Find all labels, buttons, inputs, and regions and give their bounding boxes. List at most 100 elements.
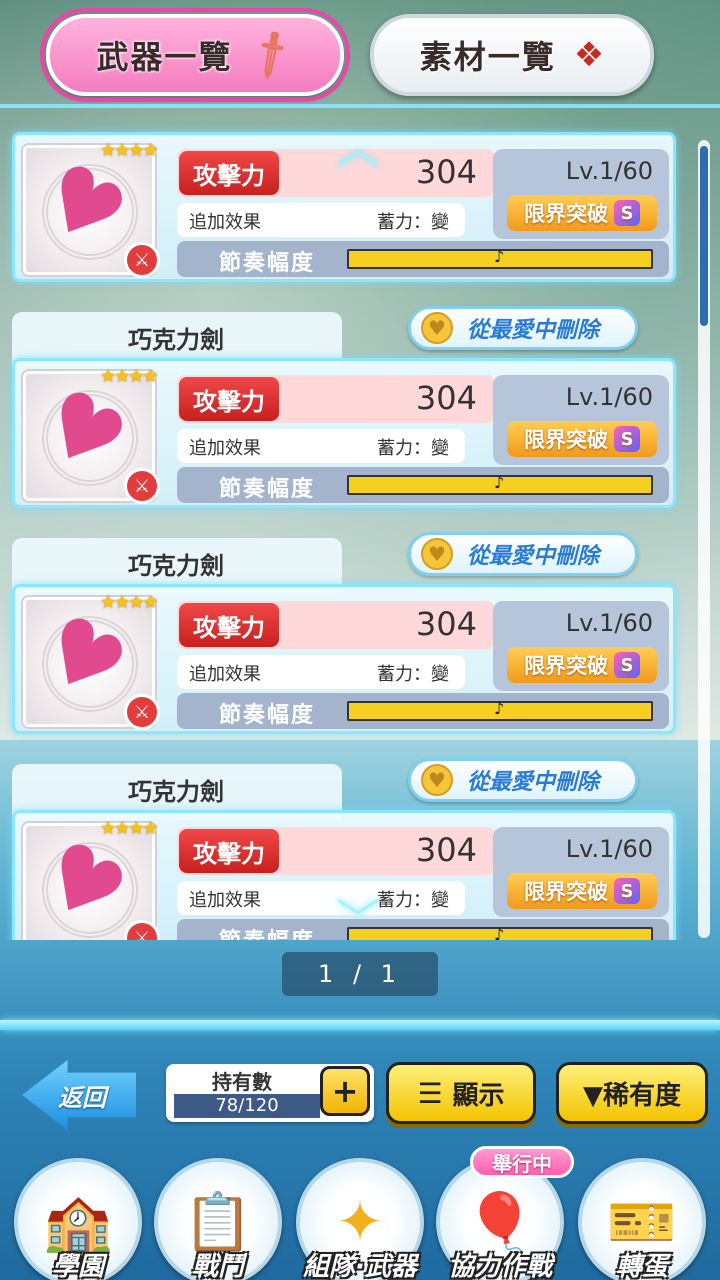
rhythm-bar: ♪ <box>347 247 653 269</box>
treasure-chest-icon: ❖ <box>573 35 605 75</box>
level-box: Lv.1/60 限界突破 S <box>493 601 669 691</box>
limit-break-button[interactable]: 限界突破 S <box>507 873 657 909</box>
rarity-stars: ★★★★ <box>100 140 159 161</box>
rank-badge: S <box>614 426 640 452</box>
nav-academy-label: 學園 <box>51 1252 104 1280</box>
remove-favorite-button[interactable]: ♥ 從最愛中刪除 <box>408 758 638 802</box>
effect-label: 追加效果 <box>189 212 261 233</box>
attack-label: 攻擊力 <box>179 829 279 873</box>
tab-materials[interactable]: 素材一覽 ❖ <box>370 14 654 96</box>
page-indicator: 1 / 1 <box>282 952 438 996</box>
owned-label: 持有數 <box>212 1070 272 1094</box>
scrollbar[interactable] <box>698 140 710 938</box>
attack-label: 攻擊力 <box>179 603 279 647</box>
rank-badge: S <box>614 878 640 904</box>
heart-lock-icon: ♥ <box>421 312 453 344</box>
weapon-thumbnail[interactable]: ♥ ★★★★ ⚔ <box>23 592 160 730</box>
effect-label: 追加效果 <box>189 890 261 911</box>
scroll-down-icon[interactable]: ﹀ <box>316 899 400 941</box>
remove-favorite-button[interactable]: ♥ 從最愛中刪除 <box>408 306 638 350</box>
expand-capacity-button[interactable]: + <box>320 1066 370 1116</box>
chocolate-sword-image: ♥ <box>23 141 144 270</box>
effect-box: 追加效果 蓄力：變 <box>177 655 465 689</box>
list-menu-icon: ☰ <box>417 1076 443 1110</box>
rhythm-label: 節奏幅度 <box>218 251 315 276</box>
level-box: Lv.1/60 限界突破 S <box>493 149 669 239</box>
sort-rarity-button[interactable]: ▼稀有度 <box>556 1062 708 1124</box>
sword-type-icon: ⚔ <box>124 242 160 278</box>
attack-box: 攻擊力 304 <box>177 827 495 875</box>
effect-label: 追加效果 <box>189 438 261 459</box>
scrollbar-thumb[interactable] <box>700 146 708 326</box>
weapon-thumbnail[interactable]: ♥ ★★★★ ⚔ <box>23 366 160 504</box>
nav-team-weapon[interactable]: ✦ 組隊·武器 <box>296 1158 424 1280</box>
tab-weapons[interactable]: 武器一覽 🗡 <box>40 8 350 102</box>
rarity-stars: ★★★★ <box>100 366 159 387</box>
weapon-card[interactable]: ♥ ★★★★ ⚔ 攻擊力 304 追加效果 蓄力：變 Lv.1/60 限界突破 … <box>12 358 676 508</box>
remove-favorite-button[interactable]: ♥ 從最愛中刪除 <box>408 532 638 576</box>
music-note-icon: ♪ <box>494 247 505 266</box>
rhythm-bar: ♪ <box>347 473 653 495</box>
weapon-name: 巧克力劍 <box>128 778 224 806</box>
level-text: Lv.1/60 <box>565 383 653 411</box>
chocolate-sword-image: ♥ <box>23 367 144 496</box>
attack-box: 攻擊力 304 <box>177 601 495 649</box>
owned-value: 78/120 <box>174 1094 320 1118</box>
weapon-card[interactable]: ♥ ★★★★ ⚔ 攻擊力 304 追加效果 蓄力：變 Lv.1/60 限界突破 … <box>12 584 676 734</box>
attack-box: 攻擊力 304 <box>177 375 495 423</box>
rank-badge: S <box>614 652 640 678</box>
attack-value: 304 <box>415 831 477 869</box>
nav-battle[interactable]: 📋 戰鬥 <box>154 1158 282 1280</box>
limit-break-label: 限界突破 <box>524 654 608 678</box>
attack-label: 攻擊力 <box>179 151 279 195</box>
nav-gacha[interactable]: 🎫 轉蛋 <box>578 1158 706 1280</box>
limit-break-button[interactable]: 限界突破 S <box>507 421 657 457</box>
limit-break-button[interactable]: 限界突破 S <box>507 195 657 231</box>
attack-value: 304 <box>415 153 477 191</box>
rhythm-bar: ♪ <box>347 699 653 721</box>
effect-value: 蓄力：變 <box>377 212 449 233</box>
heart-lock-icon: ♥ <box>421 538 453 570</box>
display-label: 顯示 <box>452 1080 505 1111</box>
level-box: Lv.1/60 限界突破 S <box>493 827 669 917</box>
remove-favorite-label: 從最愛中刪除 <box>467 770 600 795</box>
weapon-list[interactable]: ♥ ★★★★ ⚔ 攻擊力 304 追加效果 蓄力：變 Lv.1/60 限界突破 … <box>0 104 720 940</box>
display-button[interactable]: ☰ 顯示 <box>386 1062 536 1124</box>
tab-weapons-label: 武器一覽 <box>96 38 233 76</box>
effect-box: 追加效果 蓄力：變 <box>177 429 465 463</box>
attack-value: 304 <box>415 605 477 643</box>
music-note-icon: ♪ <box>494 473 505 492</box>
limit-break-label: 限界突破 <box>524 880 608 904</box>
remove-favorite-label: 從最愛中刪除 <box>467 318 600 343</box>
level-text: Lv.1/60 <box>565 609 653 637</box>
remove-favorite-label: 從最愛中刪除 <box>467 544 600 569</box>
weapon-thumbnail[interactable]: ♥ ★★★★ ⚔ <box>23 140 160 278</box>
attack-label: 攻擊力 <box>179 377 279 421</box>
music-note-icon: ♪ <box>494 925 505 940</box>
event-active-badge: 舉行中 <box>470 1146 574 1178</box>
panel-divider <box>0 1020 720 1030</box>
weapon-thumbnail[interactable]: ♥ ★★★★ ⚔ <box>23 818 160 940</box>
scroll-up-icon[interactable]: ︿ <box>316 127 400 171</box>
sword-type-icon: ⚔ <box>124 694 160 730</box>
nav-academy[interactable]: 🏫 學園 <box>14 1158 142 1280</box>
limit-break-label: 限界突破 <box>524 428 608 452</box>
sword-type-icon: ⚔ <box>124 468 160 504</box>
weapon-name: 巧克力劍 <box>128 552 224 580</box>
heart-lock-icon: ♥ <box>421 764 453 796</box>
level-text: Lv.1/60 <box>565 157 653 185</box>
nav-battle-label: 戰鬥 <box>191 1252 244 1280</box>
limit-break-button[interactable]: 限界突破 S <box>507 647 657 683</box>
effect-label: 追加效果 <box>189 664 261 685</box>
weapon-name: 巧克力劍 <box>128 326 224 354</box>
chocolate-sword-image: ♥ <box>23 593 144 722</box>
rhythm-label: 節奏幅度 <box>218 703 315 728</box>
limit-break-label: 限界突破 <box>524 202 608 226</box>
nav-coop-label: 協力作戰 <box>447 1252 552 1280</box>
rarity-stars: ★★★★ <box>100 592 159 613</box>
level-box: Lv.1/60 限界突破 S <box>493 375 669 465</box>
music-note-icon: ♪ <box>494 699 505 718</box>
level-text: Lv.1/60 <box>565 835 653 863</box>
tab-materials-label: 素材一覽 <box>419 38 556 76</box>
rhythm-box: 節奏幅度 ♪ <box>177 693 669 729</box>
